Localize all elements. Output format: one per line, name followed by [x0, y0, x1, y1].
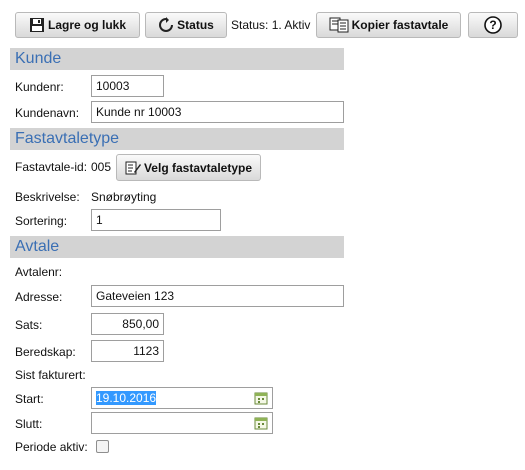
slutt-date-field[interactable] [91, 412, 273, 434]
sist-fakturert-label: Sist fakturert: [15, 368, 86, 382]
copy-document-icon [329, 17, 349, 33]
start-label: Start: [15, 392, 44, 406]
start-date-value: 19.10.2016 [96, 391, 157, 405]
edit-document-icon [125, 160, 141, 176]
help-button[interactable]: ? [468, 12, 518, 38]
beskrivelse-value: Snøbrøyting [91, 190, 157, 204]
kundenr-label: Kundenr: [15, 80, 64, 94]
section-avtale-heading: Avtale [10, 236, 344, 258]
kundenavn-field[interactable]: Kunde nr 10003 [91, 101, 344, 123]
choose-agreement-type-label: Velg fastavtaletype [143, 160, 253, 175]
choose-agreement-type-button[interactable]: Velg fastavtaletype [116, 154, 261, 181]
sats-field[interactable]: 850,00 [91, 313, 164, 335]
adresse-label: Adresse: [15, 290, 63, 304]
periode-aktiv-checkbox[interactable] [96, 440, 109, 453]
sats-label: Sats: [15, 318, 43, 332]
fastavtale-id-label: Fastavtale-id: [15, 160, 88, 174]
save-button[interactable]: Lagre og lukk [15, 12, 140, 38]
kundenavn-label: Kundenavn: [15, 106, 80, 120]
refresh-icon [158, 17, 174, 33]
fastavtale-id-value: 005 [91, 160, 112, 174]
beredskap-label: Beredskap: [15, 345, 76, 359]
start-date-field[interactable]: 19.10.2016 [91, 387, 273, 409]
kundenr-field[interactable]: 10003 [91, 75, 164, 97]
sortering-field[interactable]: 1 [91, 209, 221, 231]
adresse-field[interactable]: Gateveien 123 [91, 285, 344, 307]
beskrivelse-label: Beskrivelse: [15, 190, 80, 204]
floppy-disk-icon [29, 17, 45, 33]
calendar-icon[interactable] [254, 391, 268, 411]
save-button-label: Lagre og lukk [47, 18, 127, 32]
question-circle-icon: ? [484, 16, 502, 34]
status-button-label: Status [177, 18, 214, 32]
beredskap-field[interactable]: 1123 [91, 340, 164, 362]
copy-agreement-label: Kopier fastavtale [351, 18, 449, 32]
status-button[interactable]: Status [145, 12, 227, 38]
sortering-label: Sortering: [15, 214, 68, 228]
copy-agreement-button[interactable]: Kopier fastavtale [316, 12, 461, 38]
section-kunde-heading: Kunde [10, 48, 344, 70]
calendar-icon[interactable] [254, 416, 268, 436]
periode-aktiv-label: Periode aktiv: [15, 440, 88, 454]
avtalenr-label: Avtalenr: [15, 265, 63, 279]
help-button-label: ? [489, 18, 497, 32]
status-text: Status: 1. Aktiv [231, 18, 311, 32]
slutt-label: Slutt: [15, 417, 43, 431]
section-fastavtaletype-heading: Fastavtaletype [10, 128, 344, 150]
